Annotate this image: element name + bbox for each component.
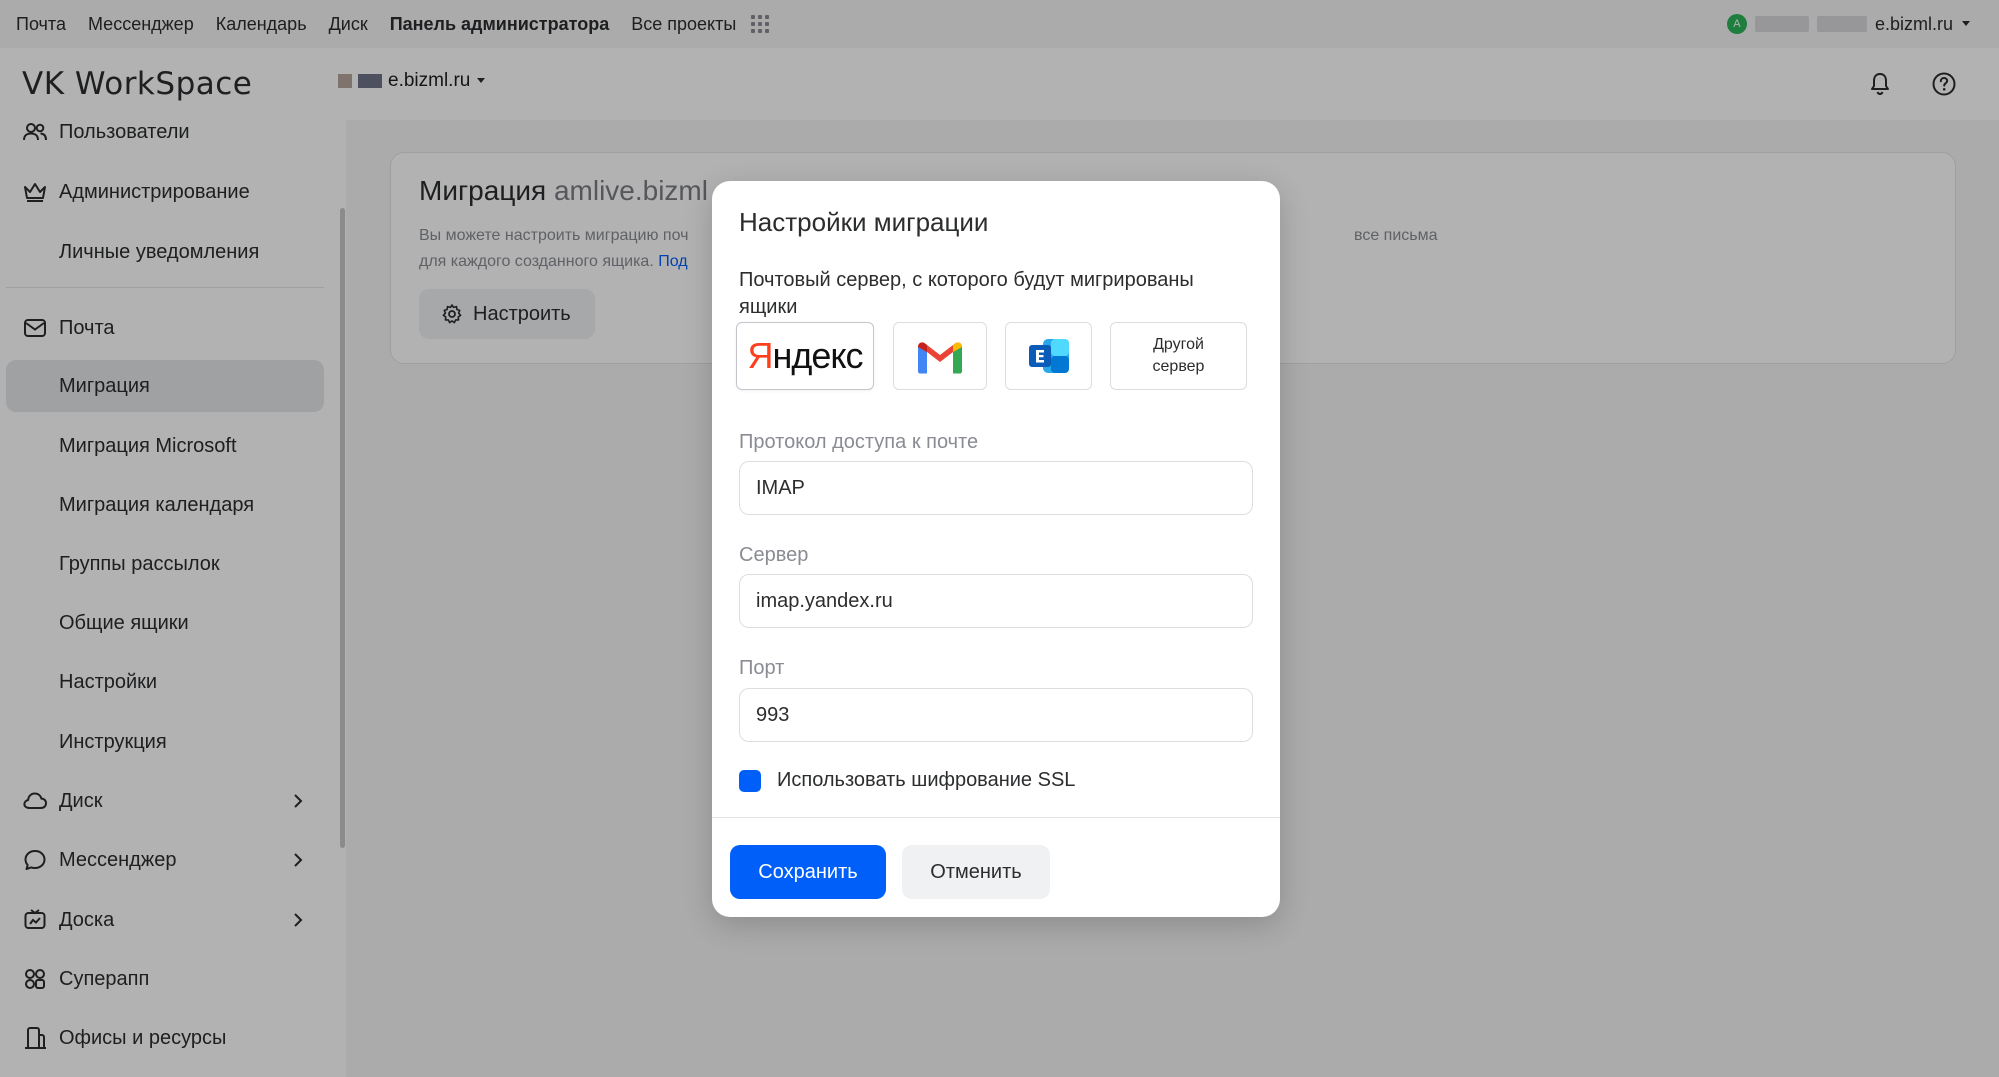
yandex-logo-rest: ндекс [772,335,863,376]
ssl-label[interactable]: Использовать шифрование SSL [777,769,1075,792]
gmail-icon [918,342,962,374]
port-label: Порт [739,657,785,679]
ssl-option: Использовать шифрование SSL [739,769,1075,792]
exchange-icon [1028,339,1069,373]
app-root: Почта Мессенджер Календарь Диск Панель а… [0,0,1999,1077]
provider-exchange-button[interactable] [1005,322,1092,390]
migration-settings-modal: Настройки миграции Почтовый сервер, с ко… [712,181,1280,917]
mail-server-prompt: Почтовый сервер, с которого будут мигрир… [739,269,1194,318]
provider-options: Яндекс Другой сервер [736,322,1256,390]
port-input[interactable]: 993 [739,688,1253,742]
provider-gmail-button[interactable] [893,322,987,390]
provider-other-server-button[interactable]: Другой сервер [1110,322,1247,390]
server-label: Сервер [739,544,809,566]
provider-yandex-button[interactable]: Яндекс [736,322,874,390]
yandex-logo: Яндекс [747,335,863,377]
protocol-label: Протокол доступа к почте [739,431,979,453]
ssl-checkbox[interactable] [739,769,761,792]
modal-title: Настройки миграции [739,207,989,237]
provider-other-label: Другой сервер [1152,336,1205,375]
save-button[interactable]: Сохранить [730,845,886,899]
modal-footer-divider [712,817,1280,818]
server-input[interactable]: imap.yandex.ru [739,574,1253,628]
cancel-button[interactable]: Отменить [902,845,1050,899]
protocol-select[interactable]: IMAP [739,461,1253,515]
yandex-logo-text: Я [747,335,773,376]
